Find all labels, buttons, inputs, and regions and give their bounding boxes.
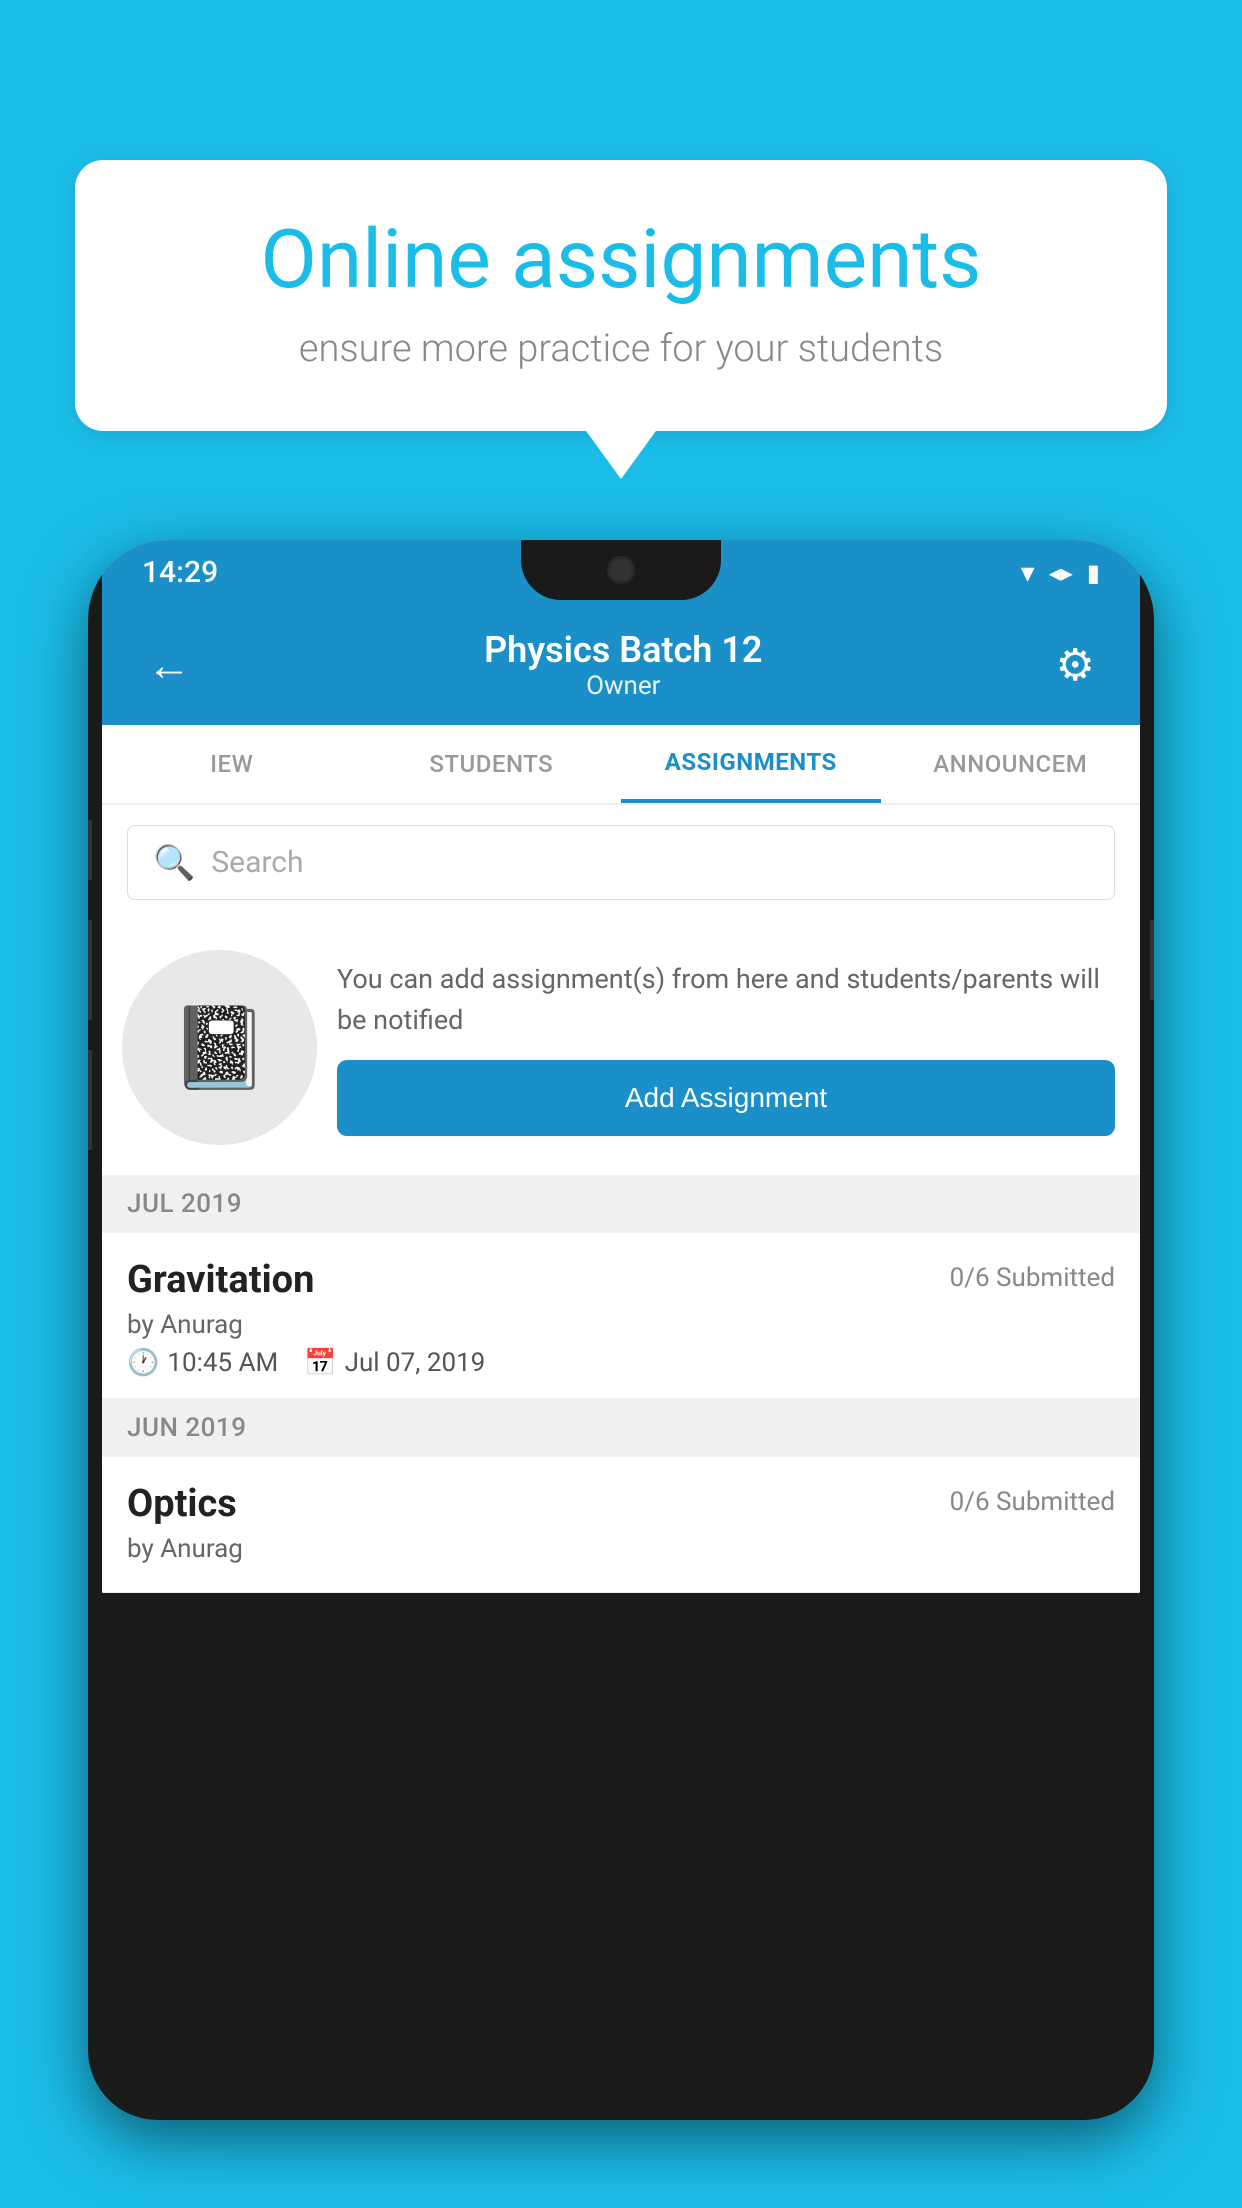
settings-icon[interactable]: ⚙ bbox=[1046, 629, 1105, 701]
assignment-item-optics[interactable]: Optics 0/6 Submitted by Anurag bbox=[102, 1457, 1140, 1593]
phone-container: 14:29 ▾ ◂▸ ▮ ← Physics Batch 12 Owner ⚙ bbox=[88, 540, 1154, 2208]
assignment-author-gravitation: by Anurag bbox=[127, 1310, 1115, 1340]
app-bar-subtitle: Owner bbox=[201, 671, 1046, 701]
phone-outer: 14:29 ▾ ◂▸ ▮ ← Physics Batch 12 Owner ⚙ bbox=[88, 540, 1154, 2120]
status-icons: ▾ ◂▸ ▮ bbox=[1021, 556, 1100, 589]
phone-mute-button bbox=[88, 820, 92, 880]
phone-screen: 14:29 ▾ ◂▸ ▮ ← Physics Batch 12 Owner ⚙ bbox=[102, 540, 1140, 1593]
tab-students[interactable]: STUDENTS bbox=[362, 725, 622, 803]
assignment-item-gravitation[interactable]: Gravitation 0/6 Submitted by Anurag 🕐 10… bbox=[102, 1233, 1140, 1399]
section-header-text-jul: JUL 2019 bbox=[127, 1189, 242, 1219]
add-assignment-button[interactable]: Add Assignment bbox=[337, 1060, 1115, 1136]
assignment-submitted-optics: 0/6 Submitted bbox=[950, 1487, 1115, 1517]
speech-bubble-subtitle: ensure more practice for your students bbox=[140, 327, 1102, 371]
search-placeholder: Search bbox=[211, 845, 303, 880]
phone-power-button bbox=[1150, 920, 1154, 1000]
assignment-top-optics: Optics 0/6 Submitted bbox=[127, 1482, 1115, 1526]
app-bar-title: Physics Batch 12 bbox=[201, 629, 1046, 671]
search-icon: 🔍 bbox=[153, 843, 195, 883]
clock-icon: 🕐 bbox=[127, 1348, 159, 1378]
front-camera bbox=[607, 556, 635, 584]
section-header-jul: JUL 2019 bbox=[102, 1175, 1140, 1233]
promo-icon-circle: 📓 bbox=[122, 950, 317, 1145]
signal-icon: ◂▸ bbox=[1049, 559, 1073, 587]
assignment-date-gravitation: 📅 Jul 07, 2019 bbox=[304, 1348, 485, 1378]
assignment-name-gravitation: Gravitation bbox=[127, 1258, 314, 1302]
promo-description: You can add assignment(s) from here and … bbox=[337, 959, 1115, 1040]
back-button[interactable]: ← bbox=[137, 629, 201, 701]
assignment-name-optics: Optics bbox=[127, 1482, 237, 1526]
phone-notch bbox=[521, 540, 721, 600]
assignment-submitted-gravitation: 0/6 Submitted bbox=[950, 1263, 1115, 1293]
speech-bubble-container: Online assignments ensure more practice … bbox=[75, 160, 1167, 431]
status-time: 14:29 bbox=[142, 555, 218, 590]
section-header-jun: JUN 2019 bbox=[102, 1399, 1140, 1457]
app-bar: ← Physics Batch 12 Owner ⚙ bbox=[102, 605, 1140, 725]
speech-bubble: Online assignments ensure more practice … bbox=[75, 160, 1167, 431]
assignment-author-optics: by Anurag bbox=[127, 1534, 1115, 1564]
notebook-icon: 📓 bbox=[170, 1001, 270, 1095]
calendar-icon: 📅 bbox=[304, 1348, 336, 1378]
search-bar[interactable]: 🔍 Search bbox=[127, 825, 1115, 900]
assignment-meta-gravitation: 🕐 10:45 AM 📅 Jul 07, 2019 bbox=[127, 1348, 1115, 1378]
tab-iew[interactable]: IEW bbox=[102, 725, 362, 803]
section-header-text-jun: JUN 2019 bbox=[127, 1413, 246, 1443]
tab-assignments[interactable]: ASSIGNMENTS bbox=[621, 725, 881, 803]
promo-text-area: You can add assignment(s) from here and … bbox=[337, 959, 1115, 1136]
wifi-icon: ▾ bbox=[1021, 556, 1035, 589]
app-bar-title-area: Physics Batch 12 Owner bbox=[201, 629, 1046, 701]
tabs-bar: IEW STUDENTS ASSIGNMENTS ANNOUNCEM bbox=[102, 725, 1140, 805]
speech-bubble-title: Online assignments bbox=[140, 215, 1102, 305]
assignment-time-gravitation: 🕐 10:45 AM bbox=[127, 1348, 278, 1378]
phone-volume-up-button bbox=[88, 920, 92, 1020]
assignment-top-gravitation: Gravitation 0/6 Submitted bbox=[127, 1258, 1115, 1302]
search-container: 🔍 Search bbox=[102, 805, 1140, 920]
phone-volume-down-button bbox=[88, 1050, 92, 1150]
battery-icon: ▮ bbox=[1087, 559, 1100, 587]
content-area: 🔍 Search 📓 You can add assignment(s) fro… bbox=[102, 805, 1140, 1593]
promo-section: 📓 You can add assignment(s) from here an… bbox=[102, 920, 1140, 1175]
tab-announcements[interactable]: ANNOUNCEM bbox=[881, 725, 1141, 803]
